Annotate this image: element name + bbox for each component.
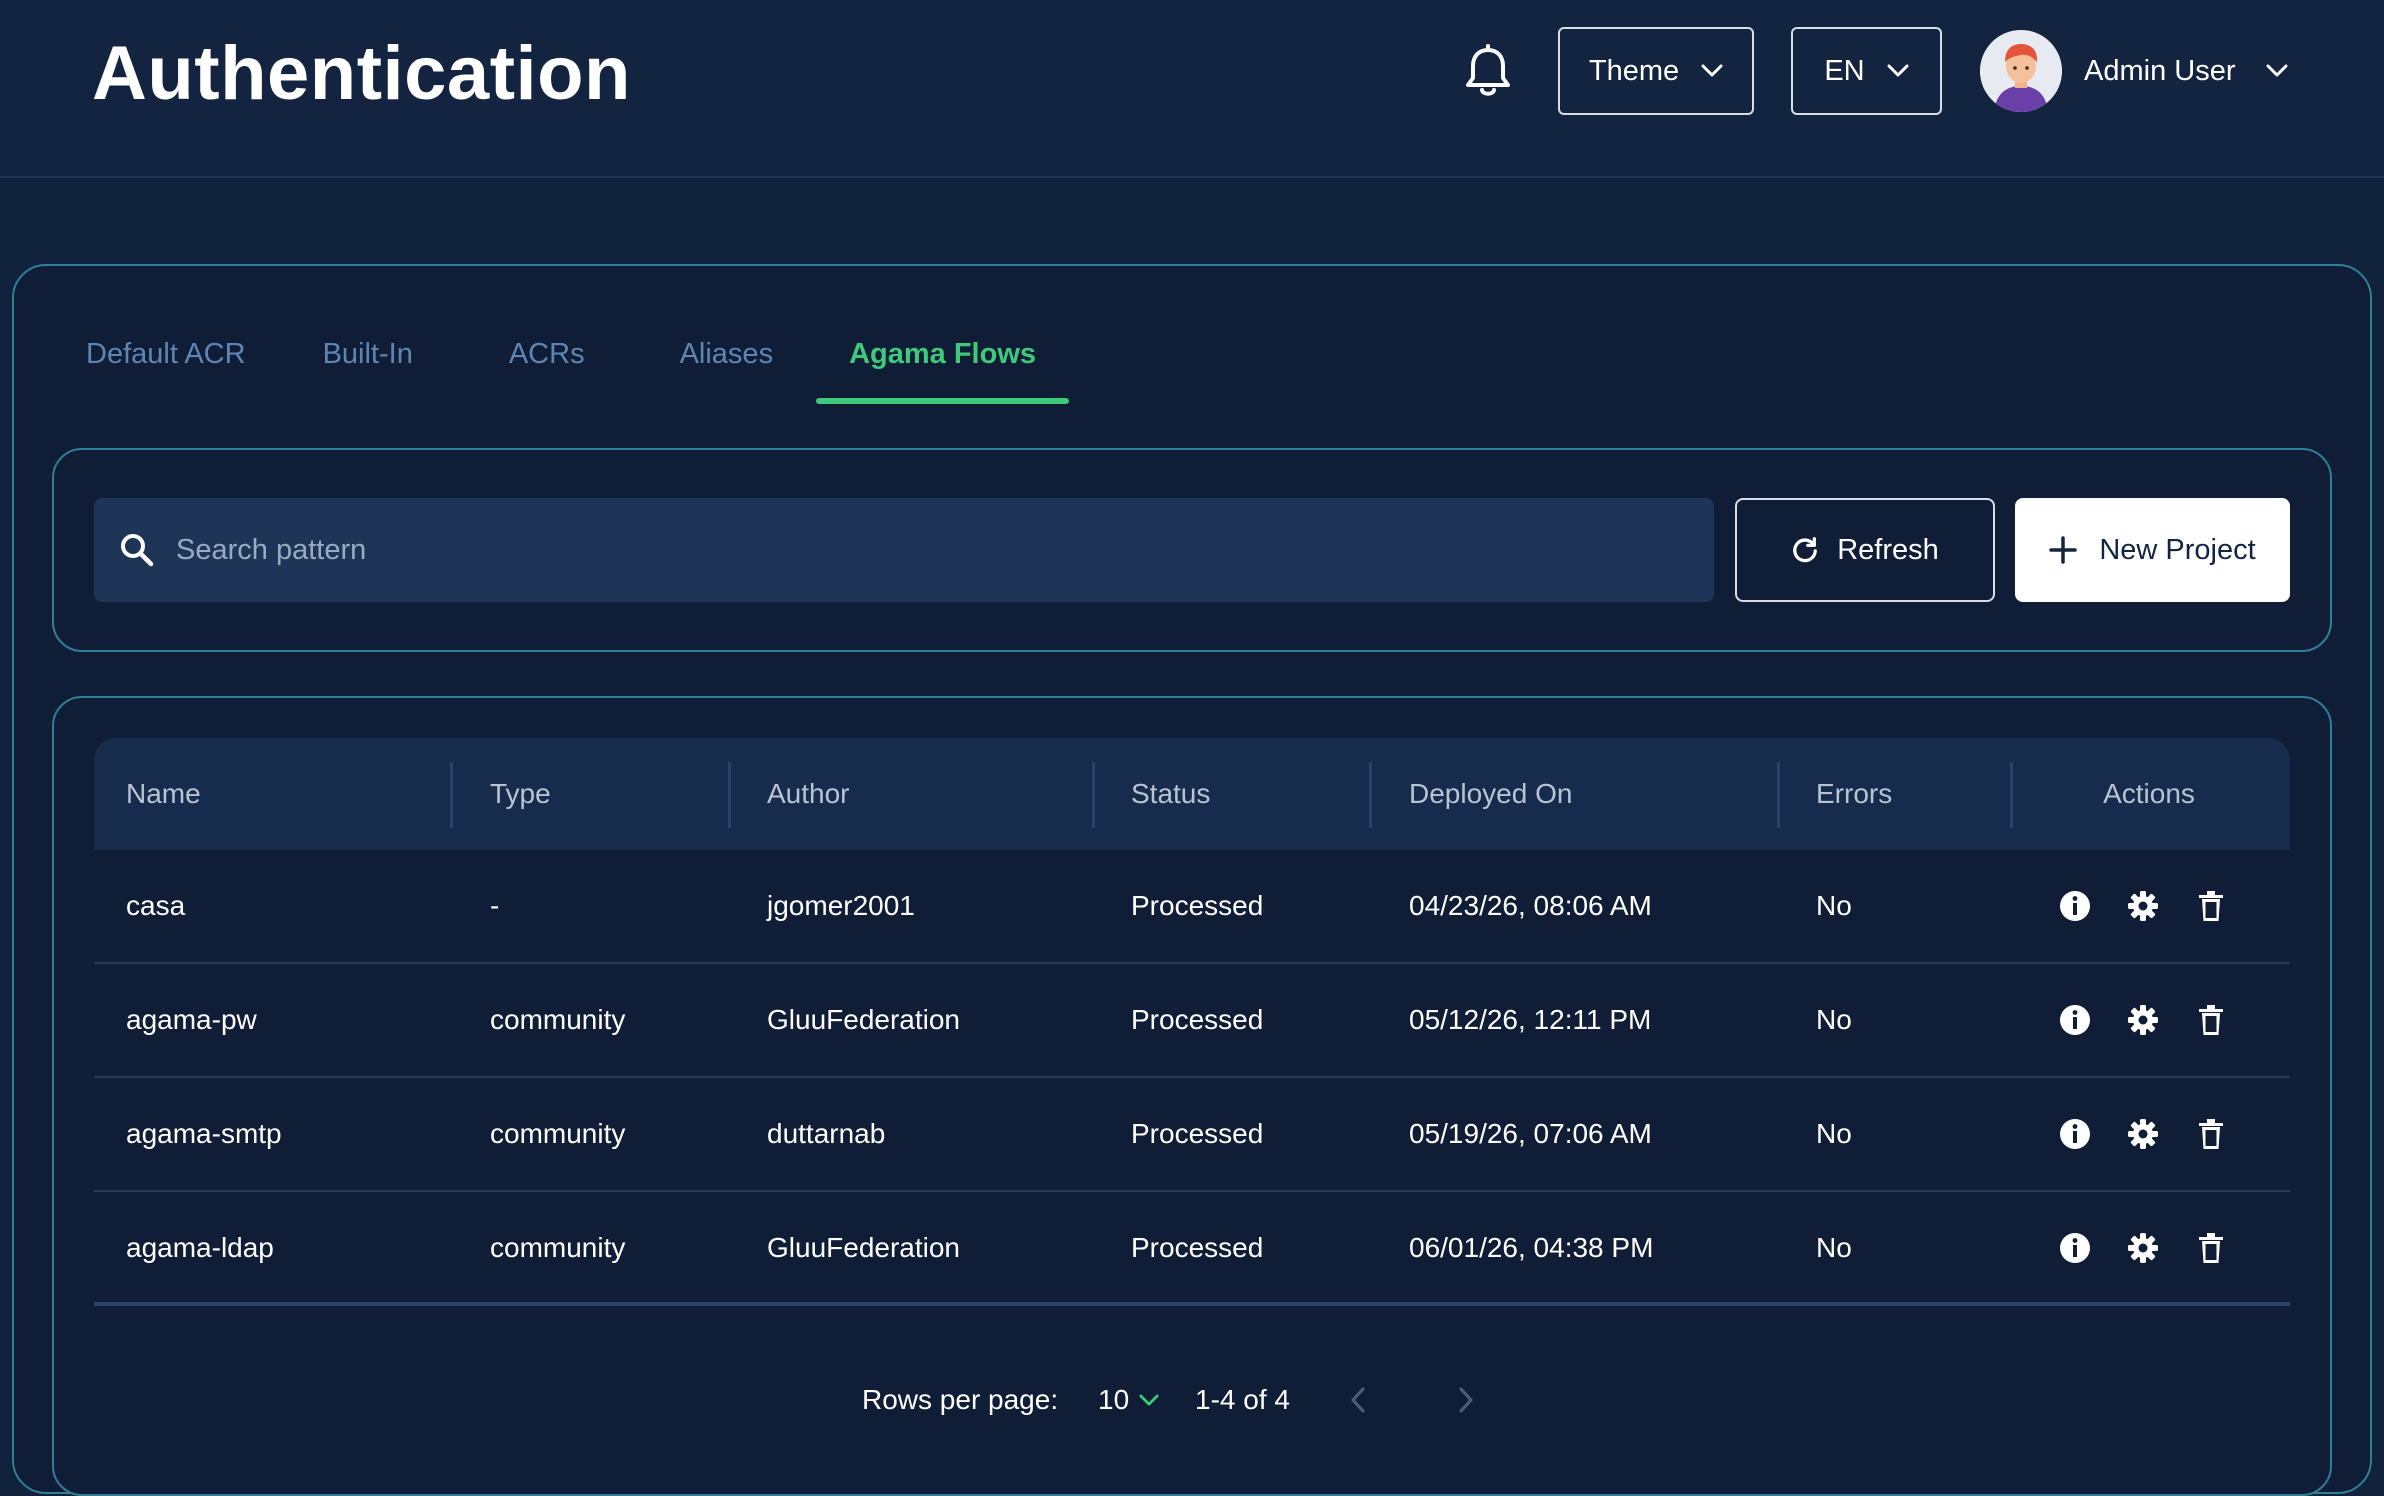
cell-name: casa	[126, 890, 186, 921]
theme-dropdown-label: Theme	[1588, 54, 1680, 87]
tab-bar: Default ACR Built-In ACRs Aliases Agama …	[86, 330, 1069, 404]
cell-author: GluuFederation	[767, 1232, 961, 1263]
notification-bell-icon[interactable]	[1462, 44, 1514, 100]
column-header-status[interactable]: Status	[1131, 738, 1210, 850]
column-header-type[interactable]: Type	[490, 738, 551, 850]
table-row: agama-ldap community GluuFederation Proc…	[94, 1192, 2290, 1306]
cell-deployed-on: 04/23/26, 08:06 AM	[1409, 890, 1652, 921]
cell-type: -	[490, 890, 500, 921]
trash-icon[interactable]	[2193, 888, 2229, 924]
cell-author: jgomer2001	[767, 890, 915, 921]
column-separator	[450, 762, 453, 828]
gear-icon[interactable]	[2125, 888, 2161, 924]
user-name: Admin User	[2084, 54, 2236, 87]
column-separator	[1092, 762, 1095, 828]
cell-status: Processed	[1131, 1004, 1264, 1035]
refresh-button-label: Refresh	[1837, 533, 1939, 566]
gear-icon[interactable]	[2125, 1230, 2161, 1266]
cell-type: community	[490, 1232, 626, 1263]
table-row: casa - jgomer2001 Processed 04/23/26, 08…	[94, 850, 2290, 964]
previous-page-button[interactable]	[1350, 1374, 1366, 1426]
table-row: agama-pw community GluuFederation Proces…	[94, 964, 2290, 1078]
chevron-down-icon	[1139, 1394, 1159, 1405]
tab-acrs[interactable]: ACRs	[509, 330, 585, 402]
cell-deployed-on: 05/12/26, 12:11 PM	[1409, 1004, 1652, 1035]
tab-agama-flows[interactable]: Agama Flows	[816, 330, 1069, 404]
cell-status: Processed	[1131, 1232, 1264, 1263]
cell-type: community	[490, 1118, 626, 1149]
tab-aliases[interactable]: Aliases	[680, 330, 774, 402]
chevron-left-icon	[1351, 1387, 1365, 1413]
rows-per-page-label: Rows per page:	[862, 1384, 1059, 1415]
trash-icon[interactable]	[2193, 1116, 2229, 1152]
tab-built-in[interactable]: Built-In	[323, 330, 413, 402]
info-icon[interactable]	[2057, 888, 2093, 924]
pagination-range: 1-4 of 4	[1195, 1384, 1290, 1415]
page-title: Authentication	[92, 31, 631, 116]
column-header-errors[interactable]: Errors	[1816, 738, 1892, 850]
cell-type: community	[490, 1004, 626, 1035]
theme-dropdown[interactable]: Theme	[1558, 27, 1754, 115]
column-header-name[interactable]: Name	[126, 738, 201, 850]
language-dropdown-label: EN	[1824, 54, 1865, 87]
new-project-button-label: New Project	[2099, 533, 2256, 566]
column-header-actions: Actions	[2103, 778, 2195, 809]
cell-errors: No	[1816, 1232, 1852, 1263]
language-dropdown[interactable]: EN	[1791, 27, 1942, 115]
cell-name: agama-ldap	[126, 1232, 274, 1263]
column-header-author[interactable]: Author	[767, 738, 850, 850]
info-icon[interactable]	[2057, 1230, 2093, 1266]
cell-errors: No	[1816, 1004, 1852, 1035]
chevron-down-icon	[1701, 64, 1723, 77]
plus-icon	[2049, 536, 2078, 564]
rows-per-page-value: 10	[1098, 1384, 1130, 1415]
trash-icon[interactable]	[2193, 1002, 2229, 1038]
cell-errors: No	[1816, 890, 1852, 921]
top-bar: Authentication Theme EN Admin User	[0, 0, 2384, 178]
cell-author: duttarnab	[767, 1118, 886, 1149]
avatar	[1980, 30, 2062, 112]
cell-deployed-on: 06/01/26, 04:38 PM	[1409, 1232, 1654, 1263]
refresh-button[interactable]: Refresh	[1735, 498, 1995, 602]
cell-errors: No	[1816, 1118, 1852, 1149]
refresh-icon	[1793, 537, 1818, 563]
cell-status: Processed	[1131, 890, 1264, 921]
cell-deployed-on: 05/19/26, 07:06 AM	[1409, 1118, 1652, 1149]
trash-icon[interactable]	[2193, 1230, 2229, 1266]
rows-per-page-select[interactable]: 10	[1098, 1374, 1159, 1426]
column-header-deployed-on[interactable]: Deployed On	[1409, 738, 1572, 850]
chevron-down-icon	[1887, 64, 1909, 77]
cell-name: agama-smtp	[126, 1118, 282, 1149]
column-separator	[728, 762, 731, 828]
user-menu[interactable]: Admin User	[1980, 30, 2288, 112]
next-page-button[interactable]	[1458, 1374, 1474, 1426]
search-input[interactable]	[176, 520, 1714, 580]
tab-default-acr[interactable]: Default ACR	[86, 330, 246, 402]
info-icon[interactable]	[2057, 1116, 2093, 1152]
search-box[interactable]	[94, 498, 1714, 602]
chevron-right-icon	[1459, 1387, 1473, 1413]
new-project-button[interactable]: New Project	[2015, 498, 2290, 602]
chevron-down-icon	[2266, 64, 2287, 77]
gear-icon[interactable]	[2125, 1002, 2161, 1038]
column-separator	[1369, 762, 1372, 828]
gear-icon[interactable]	[2125, 1116, 2161, 1152]
cell-name: agama-pw	[126, 1004, 257, 1035]
column-separator	[1777, 762, 1780, 828]
cell-status: Processed	[1131, 1118, 1264, 1149]
table-row: agama-smtp community duttarnab Processed…	[94, 1078, 2290, 1192]
info-icon[interactable]	[2057, 1002, 2093, 1038]
cell-author: GluuFederation	[767, 1004, 961, 1035]
table-header: Name Type Author Status Deployed On Erro…	[94, 738, 2290, 850]
search-icon	[121, 534, 154, 567]
